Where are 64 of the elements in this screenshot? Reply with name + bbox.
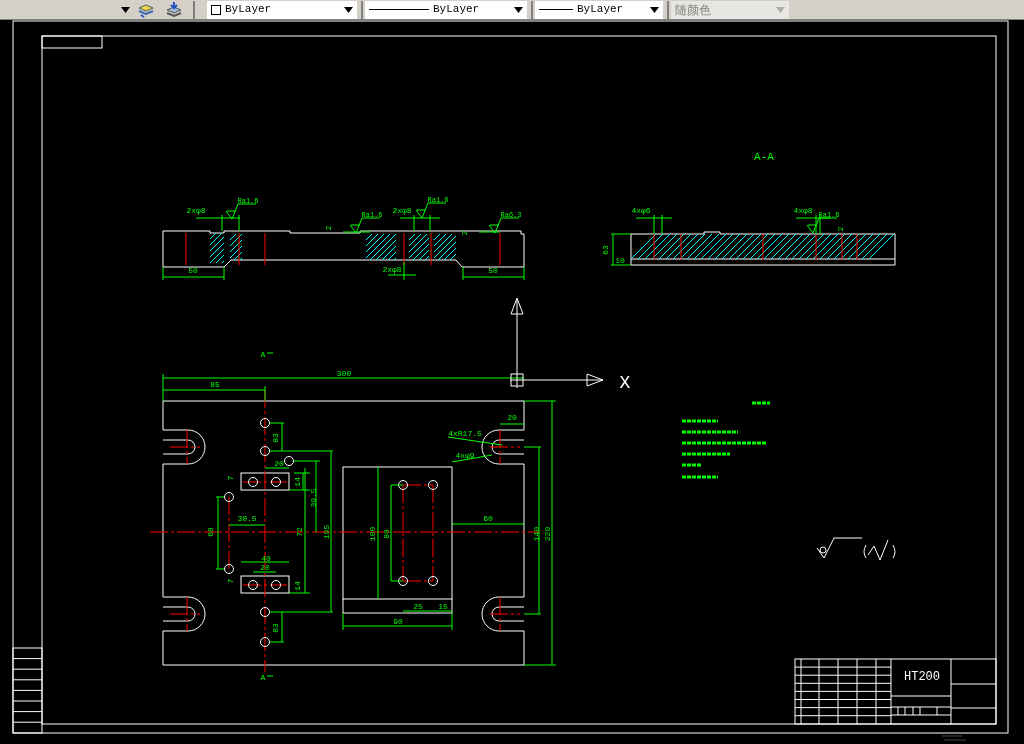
section-cut-label: A xyxy=(260,673,266,682)
dimension-text: 83 xyxy=(271,623,280,633)
dimension-text: 140 xyxy=(532,526,541,542)
caret-icon xyxy=(344,6,353,13)
ucs-axis-icon xyxy=(509,297,604,389)
roughness-symbol-icon xyxy=(225,203,257,220)
dimension-text: 50 xyxy=(488,266,498,275)
dimension-text: 25 xyxy=(413,602,423,611)
dimension-text: 85 xyxy=(210,380,220,389)
lineweight-dropdown[interactable]: ByLayer xyxy=(535,0,663,19)
dimension-text: 100 xyxy=(368,526,377,542)
dimension-text: 4xφ6 xyxy=(631,206,651,215)
dimension-text: 2xφ8 xyxy=(382,265,402,274)
dimension-text: 7 xyxy=(226,475,235,481)
dimension-text: 14 xyxy=(293,581,302,591)
color-swatch-icon xyxy=(211,4,221,15)
dimension-text: 4xR17.5 xyxy=(448,429,482,438)
dimension-text: 60 xyxy=(206,527,215,537)
section-title: A-A xyxy=(754,151,774,163)
dimension-text: 20 xyxy=(507,413,517,422)
section-cut-label: A xyxy=(260,350,266,359)
dimension-text: 195 xyxy=(322,524,331,540)
caret-icon xyxy=(650,6,659,13)
dimension-text: 7 xyxy=(226,578,235,584)
dimension-text: 90 xyxy=(393,617,403,626)
dimension-text: 15 xyxy=(438,602,448,611)
dimension-text: 30.5 xyxy=(237,514,257,523)
dimension-text: 63 xyxy=(601,245,610,255)
roughness-symbol-icon xyxy=(806,217,838,234)
dimension-text: 2 xyxy=(836,226,845,232)
layers-icon[interactable] xyxy=(165,1,183,18)
roughness-symbol-icon xyxy=(415,202,447,219)
dimension-text: 39.5 xyxy=(309,488,318,508)
dimension-text: 4xφ9 xyxy=(455,451,475,460)
dimension-text: 72 xyxy=(295,527,304,537)
dimension-text: 220 xyxy=(543,526,552,542)
color-dropdown[interactable]: ByLayer xyxy=(207,0,357,19)
dimension-text: 10 xyxy=(615,256,625,265)
dimension-text: 80 xyxy=(382,529,391,539)
material-label: HT200 xyxy=(904,670,940,684)
caret-icon[interactable] xyxy=(121,6,130,13)
layers-icon[interactable] xyxy=(137,1,155,18)
dimension-text: 83 xyxy=(271,433,280,443)
dimension-text: 50 xyxy=(188,266,198,275)
dimension-text: 20 xyxy=(260,563,270,572)
dimension-text: 300 xyxy=(336,369,352,378)
status-strip xyxy=(941,735,967,741)
caret-icon xyxy=(776,6,785,13)
dimension-text: 2xφ8 xyxy=(392,206,412,215)
dimension-text: 2xφ8 xyxy=(186,206,206,215)
line-sample-icon xyxy=(539,9,573,10)
dimension-text: 14 xyxy=(293,477,302,487)
linetype-dropdown[interactable]: ByLayer xyxy=(365,0,527,19)
dimension-text: 40 xyxy=(261,554,271,563)
caret-icon xyxy=(514,6,523,13)
dimension-text: 60 xyxy=(483,514,493,523)
dimension-text: 2 xyxy=(460,230,469,236)
roughness-symbol-icon xyxy=(488,217,520,234)
dimension-text: 20 xyxy=(274,459,284,468)
dimension-text: 2 xyxy=(324,225,333,231)
roughness-symbol-icon xyxy=(349,217,381,234)
dimension-text: 4xφ8 xyxy=(793,206,813,215)
line-sample-icon xyxy=(369,9,429,10)
axis-label: X xyxy=(619,373,631,393)
